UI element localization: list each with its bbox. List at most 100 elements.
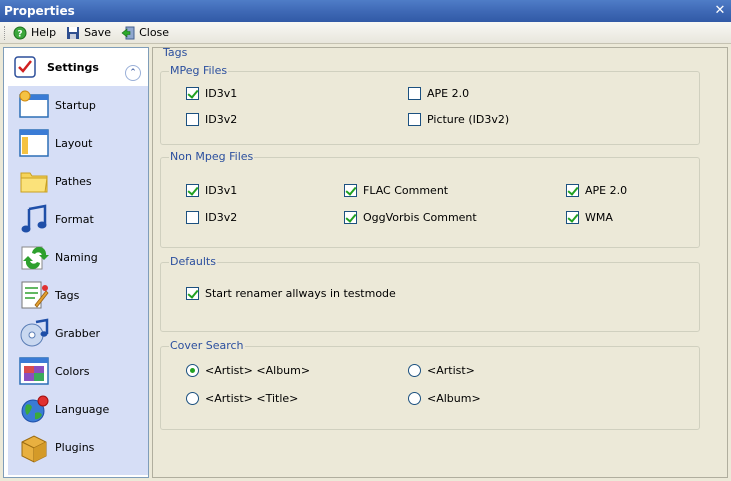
radio-label: <Artist> <Title> <box>205 392 299 405</box>
sidebar-item-label: Language <box>55 402 110 416</box>
collapse-icon[interactable]: ⌃ <box>125 65 141 81</box>
layout-icon <box>19 129 49 157</box>
sidebar-item-label: Tags <box>55 288 80 302</box>
checkbox-label: APE 2.0 <box>585 184 628 197</box>
save-button[interactable]: Save <box>66 26 111 40</box>
startup-icon <box>19 90 49 118</box>
checkbox-mpeg-id3v2[interactable]: ID3v2 <box>186 113 237 126</box>
checkbox-label: Start renamer allways in testmode <box>205 287 396 300</box>
checkbox-label: ID3v2 <box>205 211 238 224</box>
close-label: Close <box>139 26 170 39</box>
sidebar-header-label: Settings <box>47 60 99 74</box>
checkbox-box[interactable] <box>408 87 421 100</box>
checkbox-testmode[interactable]: Start renamer allways in testmode <box>186 287 396 300</box>
sidebar-item-label: Startup <box>55 98 96 112</box>
group-cover-search: Cover Search <box>160 339 700 430</box>
radio-button[interactable] <box>186 364 199 377</box>
radio-button[interactable] <box>186 392 199 405</box>
help-label: Help <box>31 26 57 39</box>
sidebar-header[interactable]: Settings ⌃ <box>4 48 148 86</box>
exit-icon <box>121 26 135 39</box>
checkbox-nonmpeg-ogg[interactable]: OggVorbis Comment <box>344 211 477 224</box>
sidebar-item-language[interactable]: Language <box>8 390 148 428</box>
settings-checklist-icon <box>14 56 36 78</box>
close-button[interactable]: Close <box>121 26 169 40</box>
checkbox-nonmpeg-flac[interactable]: FLAC Comment <box>344 184 448 197</box>
checkbox-nonmpeg-id3v2[interactable]: ID3v2 <box>186 211 237 224</box>
checkbox-nonmpeg-ape2[interactable]: APE 2.0 <box>566 184 627 197</box>
checkbox-box[interactable] <box>186 184 199 197</box>
radio-label: <Artist> <Album> <box>205 364 311 377</box>
sidebar: Settings ⌃ Startup Layout Pathes Format … <box>3 47 149 478</box>
group-title: Defaults <box>169 255 217 268</box>
checkbox-label: WMA <box>585 211 613 224</box>
radio-label: <Album> <box>427 392 481 405</box>
sidebar-item-tags[interactable]: Tags <box>8 276 148 314</box>
checkbox-box[interactable] <box>186 211 199 224</box>
toolbar-grip[interactable] <box>4 25 7 40</box>
sidebar-item-label: Naming <box>55 250 98 264</box>
group-title: Cover Search <box>169 339 245 352</box>
sidebar-item-pathes[interactable]: Pathes <box>8 162 148 200</box>
checkbox-label: ID3v1 <box>205 87 238 100</box>
sidebar-item-startup[interactable]: Startup <box>8 86 148 124</box>
group-title: Non Mpeg Files <box>169 150 255 163</box>
checkbox-box[interactable] <box>408 113 421 126</box>
checkbox-box[interactable] <box>344 211 357 224</box>
help-button[interactable]: ? Help <box>13 26 56 40</box>
checkbox-mpeg-picture[interactable]: Picture (ID3v2) <box>408 113 509 126</box>
checkbox-label: OggVorbis Comment <box>363 211 477 224</box>
close-window-icon[interactable]: ✕ <box>713 4 727 18</box>
sidebar-item-naming[interactable]: Naming <box>8 238 148 276</box>
save-label: Save <box>84 26 112 39</box>
sidebar-item-label: Layout <box>55 136 93 150</box>
radio-button[interactable] <box>408 364 421 377</box>
sidebar-item-label: Format <box>55 212 94 226</box>
radio-artist-title[interactable]: <Artist> <Title> <box>186 392 298 405</box>
music-note-icon <box>21 204 47 233</box>
checkbox-mpeg-id3v1[interactable]: ID3v1 <box>186 87 237 100</box>
checkbox-label: APE 2.0 <box>427 87 470 100</box>
group-title: MPeg Files <box>169 64 229 77</box>
radio-artist[interactable]: <Artist> <box>408 364 475 377</box>
checkbox-label: ID3v1 <box>205 184 238 197</box>
checkbox-nonmpeg-wma[interactable]: WMA <box>566 211 613 224</box>
sidebar-item-label: Plugins <box>55 440 95 454</box>
section-title: Tags <box>163 46 188 59</box>
sidebar-item-label: Colors <box>55 364 90 378</box>
sidebar-item-label: Grabber <box>55 326 101 340</box>
tag-edit-icon <box>21 281 49 309</box>
radio-album[interactable]: <Album> <box>408 392 481 405</box>
checkbox-label: Picture (ID3v2) <box>427 113 510 126</box>
sidebar-item-grabber[interactable]: Grabber <box>8 314 148 352</box>
save-icon <box>67 26 80 39</box>
cd-grabber-icon <box>20 318 49 347</box>
sidebar-item-layout[interactable]: Layout <box>8 124 148 162</box>
checkbox-box[interactable] <box>186 87 199 100</box>
checkbox-box[interactable] <box>566 184 579 197</box>
checkbox-label: FLAC Comment <box>363 184 449 197</box>
checkbox-box[interactable] <box>186 287 199 300</box>
checkbox-box[interactable] <box>186 113 199 126</box>
naming-arrows-icon <box>21 246 49 270</box>
checkbox-box[interactable] <box>566 211 579 224</box>
radio-artist-album[interactable]: <Artist> <Album> <box>186 364 310 377</box>
color-palette-icon <box>19 357 49 385</box>
sidebar-item-plugins[interactable]: Plugins <box>8 428 148 466</box>
svg-text:?: ? <box>17 29 22 39</box>
group-non-mpeg-files: Non Mpeg Files <box>160 150 700 248</box>
sidebar-items: Startup Layout Pathes Format Naming Tags… <box>8 86 148 475</box>
radio-button[interactable] <box>408 392 421 405</box>
help-icon: ? <box>13 26 27 39</box>
checkbox-box[interactable] <box>344 184 357 197</box>
package-icon <box>21 435 47 463</box>
checkbox-nonmpeg-id3v1[interactable]: ID3v1 <box>186 184 237 197</box>
radio-label: <Artist> <box>427 364 475 377</box>
checkbox-label: ID3v2 <box>205 113 238 126</box>
sidebar-item-colors[interactable]: Colors <box>8 352 148 390</box>
folder-icon <box>20 172 48 193</box>
sidebar-item-format[interactable]: Format <box>8 200 148 238</box>
toolbar: ? Help Save Close <box>0 22 731 44</box>
group-mpeg-files: MPeg Files <box>160 64 700 145</box>
checkbox-mpeg-ape2[interactable]: APE 2.0 <box>408 87 469 100</box>
